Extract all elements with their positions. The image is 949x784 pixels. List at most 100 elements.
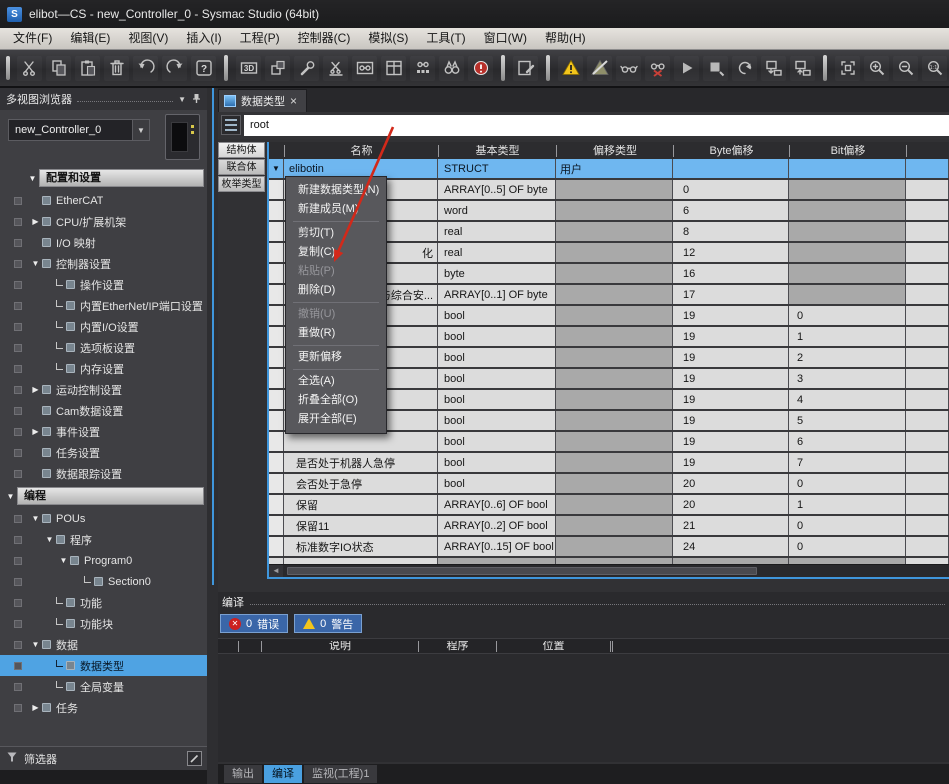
cell-bit-offset[interactable]: 3	[789, 369, 906, 388]
cell-offset-type[interactable]	[556, 348, 673, 367]
cell-name[interactable]: 保留	[284, 495, 438, 514]
sidebar-item-task-settings[interactable]: 任务设置	[0, 442, 207, 463]
tree-section-programming[interactable]: ▼编程	[0, 486, 207, 506]
transfer-to-controller-icon[interactable]	[761, 56, 786, 81]
cell-offset-type[interactable]	[556, 495, 673, 514]
horizontal-scrollbar[interactable]: ◄	[269, 564, 949, 577]
cell-name[interactable]: 是否处于机器人急停	[284, 453, 438, 472]
cell-byte-offset[interactable]: 19	[673, 411, 789, 430]
cell-offset-type[interactable]	[556, 411, 673, 430]
sidebar-item-option-board[interactable]: 选项板设置	[0, 337, 207, 358]
build-icon[interactable]	[265, 56, 290, 81]
sidebar-item-data[interactable]: ▼数据	[0, 634, 207, 655]
redo-icon[interactable]	[162, 56, 187, 81]
row-expander[interactable]: ▼	[269, 159, 284, 178]
zoom-100-icon[interactable]: 1:1	[922, 56, 947, 81]
tree-section-config-setup[interactable]: ▼配置和设置	[0, 168, 207, 188]
panel-divider[interactable]	[207, 88, 218, 784]
bottom-tab-build[interactable]: 编译	[264, 765, 302, 783]
sidebar-item-operation-settings[interactable]: 操作设置	[0, 274, 207, 295]
cell-base-type[interactable]: bool	[438, 432, 556, 451]
cell-base-type[interactable]: bool	[438, 474, 556, 493]
zoom-in-icon[interactable]	[864, 56, 889, 81]
cell-offset-type[interactable]	[556, 474, 673, 493]
sidebar-item-cpu-rack[interactable]: ▶CPU/扩展机架	[0, 211, 207, 232]
cell-byte-offset[interactable]: 12	[673, 243, 789, 262]
cell-extra[interactable]	[906, 159, 949, 178]
cell-bit-offset[interactable]: 0	[789, 537, 906, 556]
cell-name[interactable]: 保留11	[284, 516, 438, 535]
zoom-out-icon[interactable]	[893, 56, 918, 81]
cell-byte-offset[interactable]: 16	[673, 264, 789, 283]
watch-window-icon[interactable]	[352, 56, 377, 81]
expand-arrow-icon[interactable]: ▼	[29, 640, 42, 649]
bottom-tab-watch-project-1[interactable]: 监视(工程)1	[304, 765, 377, 783]
cell-extra[interactable]	[906, 516, 949, 535]
expand-arrow-icon[interactable]: ▼	[43, 535, 56, 544]
cell-base-type[interactable]: bool	[438, 390, 556, 409]
scroll-left-icon[interactable]: ◄	[269, 565, 283, 577]
context-menu-item-collapse-all[interactable]: 折叠全部(O)	[286, 391, 386, 410]
cell-offset-type[interactable]	[556, 222, 673, 241]
menu-controller[interactable]: 控制器(C)	[289, 28, 360, 49]
cell-offset-type[interactable]	[556, 327, 673, 346]
monitor-off-icon[interactable]	[645, 56, 670, 81]
row-expander[interactable]	[269, 495, 284, 514]
cell-extra[interactable]	[906, 180, 949, 199]
help-icon[interactable]: ?	[191, 56, 216, 81]
expand-arrow-icon[interactable]: ▼	[57, 556, 70, 565]
cell-offset-type[interactable]	[556, 390, 673, 409]
sidebar-item-programs[interactable]: ▼程序	[0, 529, 207, 550]
collapse-arrow-icon[interactable]: ▼	[178, 95, 186, 104]
cell-extra[interactable]	[906, 306, 949, 325]
cell-byte-offset[interactable]: 19	[673, 432, 789, 451]
sidebar-item-ethercat[interactable]: EtherCAT	[0, 190, 207, 211]
cell-byte-offset[interactable]: 19	[673, 348, 789, 367]
cell-extra[interactable]	[906, 495, 949, 514]
variable-manager-icon[interactable]	[323, 56, 348, 81]
3d-view-icon[interactable]: 3D	[236, 56, 261, 81]
menu-help[interactable]: 帮助(H)	[536, 28, 595, 49]
cell-base-type[interactable]: bool	[438, 348, 556, 367]
row-expander[interactable]	[269, 369, 284, 388]
io-table-icon[interactable]	[381, 56, 406, 81]
cell-bit-offset[interactable]	[789, 180, 906, 199]
synchronize-icon[interactable]	[732, 56, 757, 81]
cell-extra[interactable]	[906, 474, 949, 493]
cell-extra[interactable]	[906, 390, 949, 409]
copy-icon[interactable]	[46, 56, 71, 81]
cell-offset-type[interactable]	[556, 264, 673, 283]
row-expander[interactable]	[269, 411, 284, 430]
cell-byte-offset[interactable]: 21	[673, 516, 789, 535]
sidebar-item-data-types[interactable]: 数据类型	[0, 655, 207, 676]
expand-arrow-icon[interactable]: ▼	[4, 492, 17, 501]
row-expander[interactable]	[269, 537, 284, 556]
warnings-button[interactable]: 0 警告	[294, 614, 362, 633]
sidebar-item-motion-control[interactable]: ▶运动控制设置	[0, 379, 207, 400]
stop-icon[interactable]	[703, 56, 728, 81]
cell-bit-offset[interactable]	[789, 201, 906, 220]
cell-bit-offset[interactable]: 0	[789, 306, 906, 325]
context-menu-item-new-member[interactable]: 新建成员(M)	[286, 200, 386, 219]
side-tab-enums[interactable]: 枚举类型	[218, 176, 265, 192]
cell-extra[interactable]	[906, 201, 949, 220]
cell-extra[interactable]	[906, 222, 949, 241]
expand-arrow-icon[interactable]: ▶	[29, 217, 42, 226]
tab-data-types[interactable]: 数据类型 ×	[218, 89, 307, 112]
cell-base-type[interactable]: ARRAY[0..1] OF byte	[438, 285, 556, 304]
cell-byte-offset[interactable]: 6	[673, 201, 789, 220]
cell-base-type[interactable]: ARRAY[0..5] OF byte	[438, 180, 556, 199]
cell-name[interactable]: 标准数字IO状态	[284, 537, 438, 556]
cell-extra[interactable]	[906, 369, 949, 388]
sidebar-item-builtin-io[interactable]: 内置I/O设置	[0, 316, 207, 337]
cell-offset-type[interactable]	[556, 432, 673, 451]
cell-extra[interactable]	[906, 243, 949, 262]
cell-base-type[interactable]: bool	[438, 306, 556, 325]
transfer-from-controller-icon[interactable]	[790, 56, 815, 81]
address-field[interactable]: root	[244, 115, 949, 136]
cell-name[interactable]: 会否处于急停	[284, 474, 438, 493]
sidebar-item-section0[interactable]: Section0	[0, 571, 207, 592]
cell-bit-offset[interactable]	[789, 222, 906, 241]
cell-base-type[interactable]: STRUCT	[438, 159, 556, 178]
errors-button[interactable]: ✕ 0 错误	[220, 614, 288, 633]
